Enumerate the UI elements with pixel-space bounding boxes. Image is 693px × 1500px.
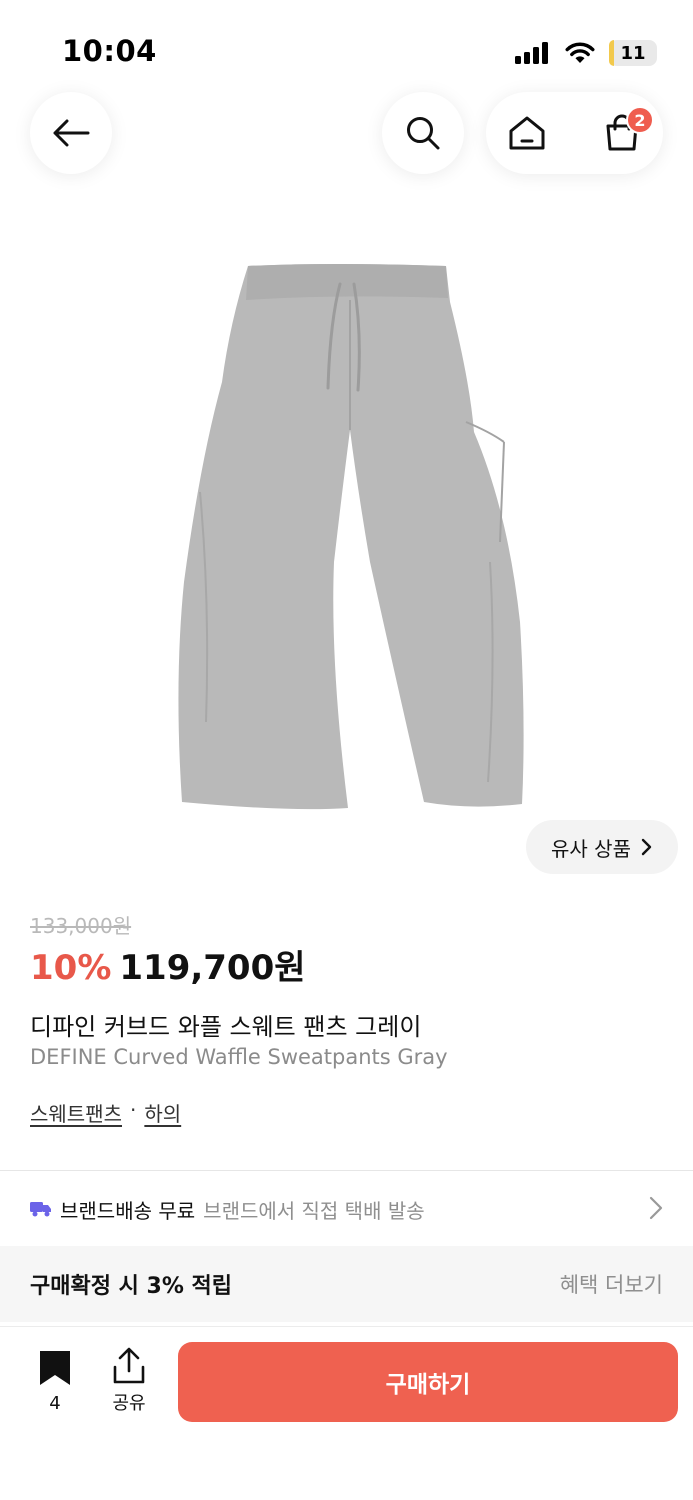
share-icon xyxy=(113,1347,145,1384)
category-link-bottoms[interactable]: 하의 xyxy=(144,1098,181,1127)
bookmark-button[interactable]: 4 xyxy=(30,1349,80,1414)
similar-products-button[interactable]: 유사 상품 xyxy=(526,820,678,874)
cellular-signal-icon xyxy=(515,42,548,64)
discount-rate: 10% xyxy=(30,948,112,988)
sale-price: 119,700원 xyxy=(119,948,306,988)
status-time: 10:04 xyxy=(62,34,157,68)
shipping-sub-text: 브랜드에서 직접 택배 발송 xyxy=(203,1198,425,1223)
status-icons: 11 xyxy=(515,40,657,66)
category-links: 스웨트팬츠 · 하의 xyxy=(30,1098,181,1127)
delivery-truck-icon xyxy=(30,1202,51,1217)
wifi-icon xyxy=(565,42,595,63)
home-button[interactable] xyxy=(486,92,568,174)
benefit-row: 구매확정 시 3% 적립 혜택 더보기 xyxy=(0,1246,693,1322)
battery-percent: 11 xyxy=(620,42,646,64)
battery-indicator: 11 xyxy=(609,40,657,66)
home-cart-group: 2 xyxy=(486,92,663,174)
share-label: 공유 xyxy=(112,1393,146,1414)
category-separator: · xyxy=(130,1098,137,1122)
search-button[interactable] xyxy=(382,92,464,174)
search-icon xyxy=(407,117,440,150)
share-button[interactable]: 공유 xyxy=(104,1347,154,1415)
chevron-right-icon xyxy=(649,1196,663,1220)
price-row: 10% 119,700원 xyxy=(30,940,306,989)
shipping-info-row[interactable]: 브랜드배송 무료 브랜드에서 직접 택배 발송 xyxy=(0,1172,693,1246)
cart-count-badge: 2 xyxy=(626,106,654,134)
bookmark-icon xyxy=(40,1351,70,1385)
buy-button[interactable]: 구매하기 xyxy=(178,1342,678,1422)
shipping-main-text: 브랜드배송 무료 xyxy=(60,1198,196,1223)
arrow-left-icon xyxy=(53,119,90,147)
home-icon xyxy=(509,116,545,150)
product-name-english: DEFINE Curved Waffle Sweatpants Gray xyxy=(30,1045,448,1069)
status-bar: 10:04 11 xyxy=(0,0,693,100)
original-price: 133,000원 xyxy=(30,914,132,938)
benefit-text: 구매확정 시 3% 적립 xyxy=(30,1274,233,1299)
bookmark-count: 4 xyxy=(49,1393,61,1414)
product-name-korean: 디파인 커브드 와플 스웨트 팬츠 그레이 xyxy=(30,1013,422,1041)
product-image[interactable] xyxy=(170,262,530,812)
category-link-sweatpants[interactable]: 스웨트팬츠 xyxy=(30,1098,122,1127)
bottom-action-bar: 4 공유 구매하기 xyxy=(0,1326,693,1500)
sweatpants-illustration xyxy=(178,264,524,810)
battery-fill xyxy=(609,40,615,66)
similar-products-label: 유사 상품 xyxy=(551,836,631,861)
chevron-right-icon xyxy=(641,838,652,856)
benefit-more-link[interactable]: 혜택 더보기 xyxy=(560,1269,663,1299)
section-divider xyxy=(0,1170,693,1171)
cart-button[interactable] xyxy=(581,92,663,174)
back-button[interactable] xyxy=(30,92,112,174)
